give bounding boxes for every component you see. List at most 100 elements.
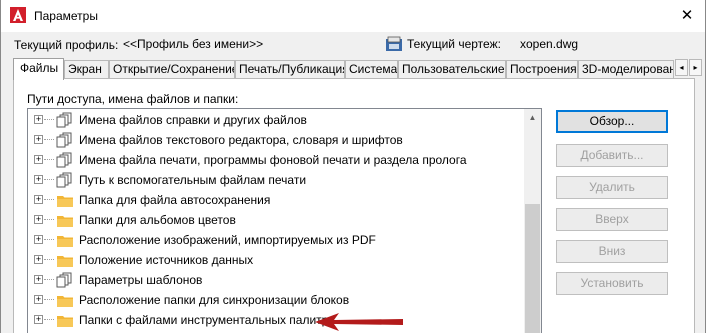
tree-node[interactable]: + Имена файла печати, программы фоновой п…	[28, 150, 528, 170]
tree-node-label: Параметры шаблонов	[79, 273, 203, 287]
expand-icon[interactable]: +	[34, 235, 43, 244]
current-drawing-value: xopen.dwg	[520, 37, 579, 51]
red-arrow-annotation	[315, 313, 403, 331]
folder-icon	[56, 191, 74, 209]
expand-icon[interactable]: +	[34, 215, 43, 224]
chevron-right-icon: ▸	[693, 63, 698, 72]
expand-icon[interactable]: +	[34, 275, 43, 284]
current-profile-value: <<Профиль без имени>>	[123, 37, 264, 51]
tree-node[interactable]: + Папка для файла автосохранения	[28, 190, 528, 210]
tree-connector	[44, 139, 54, 140]
expand-icon[interactable]: +	[34, 315, 43, 324]
folder-icon	[56, 251, 74, 269]
tree-connector	[44, 279, 54, 280]
tab-3d-modeling[interactable]: 3D-моделирование	[578, 60, 674, 79]
move-down-button[interactable]: Вниз	[556, 240, 668, 263]
search-paths-label: Пути доступа, имена файлов и папки:	[27, 92, 239, 106]
scroll-thumb[interactable]	[525, 204, 540, 333]
tree-node[interactable]: + Расположение папки для синхронизации бл…	[28, 290, 528, 310]
tab-label: Печать/Публикация	[239, 62, 345, 76]
tree-node-label: Папка для файла автосохранения	[79, 193, 271, 207]
tree-node[interactable]: + Имена файлов текстового редактора, слов…	[28, 130, 528, 150]
tree-node-label: Расположение изображений, импортируемых …	[79, 233, 376, 247]
tree-connector	[44, 259, 54, 260]
tree-node-label: Положение источников данных	[79, 253, 254, 267]
tab-strip: Файлы Экран Открытие/Сохранение Печать/П…	[13, 58, 706, 80]
tree-node[interactable]: + Положение источников данных	[28, 250, 528, 270]
tree-connector	[44, 159, 54, 160]
search-paths-tree[interactable]: + Имена файлов справки и других файлов + Им…	[27, 108, 542, 333]
expand-icon[interactable]: +	[34, 255, 43, 264]
tree-connector	[44, 219, 54, 220]
tree-node-label: Папки для альбомов цветов	[79, 213, 236, 227]
tree-connector	[44, 179, 54, 180]
tab-label: Пользовательские	[402, 62, 505, 76]
tree-node[interactable]: + Параметры шаблонов	[28, 270, 528, 290]
folder-icon	[56, 231, 74, 249]
expand-icon[interactable]: +	[34, 155, 43, 164]
scroll-up-button[interactable]: ▲	[524, 109, 541, 126]
files-icon	[56, 271, 74, 289]
tab-system[interactable]: Система	[345, 60, 398, 79]
tree-node[interactable]: + Имена файлов справки и других файлов	[28, 110, 528, 130]
remove-button[interactable]: Удалить	[556, 176, 668, 199]
current-drawing-label: Текущий чертеж:	[407, 37, 501, 51]
tab-label: Файлы	[20, 61, 59, 75]
tree-connector	[44, 319, 54, 320]
chevron-up-icon: ▲	[528, 113, 537, 122]
tab-label: 3D-моделирование	[582, 62, 673, 76]
folder-icon	[56, 291, 74, 309]
tree-scrollbar[interactable]: ▲	[524, 109, 541, 333]
tree-node[interactable]: + Путь к вспомогательным файлам печати	[28, 170, 528, 190]
options-dialog: Параметры ✕ Текущий профиль: <<Профиль б…	[0, 0, 706, 333]
chevron-left-icon: ◂	[679, 63, 684, 72]
tab-label: Открытие/Сохранение	[113, 62, 235, 76]
folder-icon	[56, 211, 74, 229]
expand-icon[interactable]: +	[34, 135, 43, 144]
expand-icon[interactable]: +	[34, 295, 43, 304]
move-up-button[interactable]: Вверх	[556, 208, 668, 231]
profile-row: Текущий профиль: <<Профиль без имени>> Т…	[1, 32, 705, 56]
tree-node-label: Путь к вспомогательным файлам печати	[79, 173, 307, 187]
files-icon	[56, 131, 74, 149]
tree-node[interactable]: + Папки для альбомов цветов	[28, 210, 528, 230]
tree-connector	[44, 239, 54, 240]
tree-node-label: Имена файла печати, программы фоновой пе…	[79, 153, 467, 167]
autocad-logo-icon	[10, 7, 26, 23]
add-button[interactable]: Добавить...	[556, 144, 668, 167]
expand-icon[interactable]: +	[34, 195, 43, 204]
tab-plot-publish[interactable]: Печать/Публикация	[235, 60, 345, 79]
drawing-icon	[386, 36, 402, 51]
tab-files[interactable]: Файлы	[13, 58, 64, 80]
tree-connector	[44, 119, 54, 120]
tab-label: Экран	[68, 62, 102, 76]
tree-node[interactable]: + Папки с файлами инструментальных палитр	[28, 310, 528, 330]
expand-icon[interactable]: +	[34, 175, 43, 184]
tree-node-label: Папки с файлами инструментальных палитр	[79, 313, 329, 327]
tab-display[interactable]: Экран	[64, 60, 109, 79]
close-button[interactable]: ✕	[675, 4, 699, 26]
current-profile-label: Текущий профиль:	[14, 38, 119, 52]
tab-scroll-left-button[interactable]: ◂	[675, 59, 688, 76]
set-current-button[interactable]: Установить	[556, 272, 668, 295]
files-icon	[56, 111, 74, 129]
folder-icon	[56, 311, 74, 329]
tab-user-preferences[interactable]: Пользовательские	[398, 60, 506, 79]
tree-node[interactable]: + Расположение изображений, импортируемых…	[28, 230, 528, 250]
tab-drafting[interactable]: Построения	[506, 60, 578, 79]
tree-node-label: Имена файлов справки и других файлов	[79, 113, 307, 127]
tree-node-label: Расположение папки для синхронизации бло…	[79, 293, 350, 307]
tab-scroll-right-button[interactable]: ▸	[689, 59, 702, 76]
expand-icon[interactable]: +	[34, 115, 43, 124]
tree-connector	[44, 199, 54, 200]
browse-button[interactable]: Обзор...	[556, 110, 668, 133]
close-icon: ✕	[680, 7, 694, 24]
title-bar: Параметры ✕	[1, 0, 705, 32]
files-icon	[56, 171, 74, 189]
tree-connector	[44, 299, 54, 300]
tab-open-save[interactable]: Открытие/Сохранение	[109, 60, 235, 79]
window-title: Параметры	[34, 9, 98, 23]
files-icon	[56, 151, 74, 169]
tree-node-label: Имена файлов текстового редактора, слова…	[79, 133, 403, 147]
tab-label: Построения	[510, 62, 577, 76]
